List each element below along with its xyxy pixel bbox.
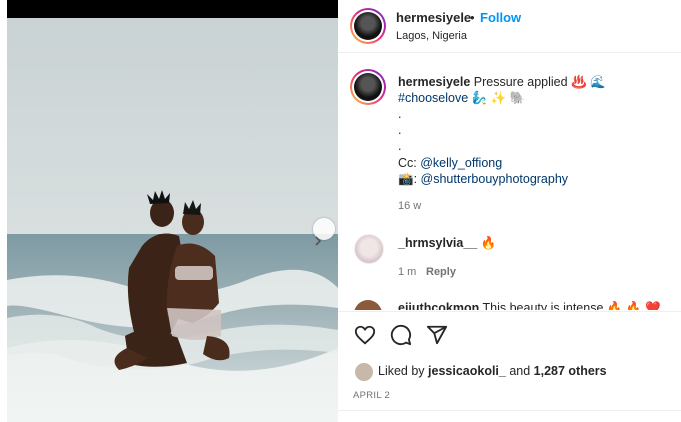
comment-avatar[interactable] bbox=[354, 234, 384, 264]
camera-icon: 📸 bbox=[398, 172, 414, 186]
caption-dot-3: . bbox=[398, 139, 402, 153]
reply-button[interactable]: Reply bbox=[426, 266, 456, 278]
partial-comment-text: This beauty is intense 🔥 🔥 ❤️ bbox=[482, 301, 661, 310]
caption-author[interactable]: hermesiyele bbox=[398, 75, 470, 89]
liker-username[interactable]: jessicaokoli_ bbox=[428, 364, 506, 378]
author-username[interactable]: hermesiyele bbox=[396, 10, 471, 25]
next-image-button[interactable] bbox=[313, 218, 335, 246]
comment-icon[interactable] bbox=[390, 324, 412, 346]
heart-icon[interactable] bbox=[354, 324, 376, 346]
comment-username[interactable]: _hrmsylvia__ bbox=[398, 236, 477, 250]
post-header: hermesiyele • Follow Lagos, Nigeria bbox=[338, 0, 681, 53]
author-avatar[interactable] bbox=[350, 8, 386, 44]
likes-middle: and bbox=[505, 364, 534, 378]
cc-mention[interactable]: @kelly_offiong bbox=[420, 156, 502, 170]
follow-button[interactable]: Follow bbox=[480, 10, 521, 25]
likes-count[interactable]: 1,287 others bbox=[534, 364, 607, 378]
likes-prefix: Liked by bbox=[378, 364, 429, 378]
caption-timestamp[interactable]: 16 w bbox=[398, 200, 421, 212]
post-date[interactable]: APRIL 2 bbox=[353, 390, 390, 401]
share-icon[interactable] bbox=[426, 324, 448, 346]
cc-label: Cc: bbox=[398, 156, 421, 170]
post-photo[interactable] bbox=[7, 0, 338, 422]
divider bbox=[338, 410, 681, 411]
location-link[interactable]: Lagos, Nigeria bbox=[396, 30, 467, 42]
liker-avatar[interactable] bbox=[354, 362, 374, 382]
comment-timestamp[interactable]: 1 m bbox=[398, 266, 416, 278]
partial-comment-row: ejiuthcokmon This beauty is intense 🔥 🔥 … bbox=[338, 296, 681, 310]
post-side-panel: hermesiyele • Follow Lagos, Nigeria herm… bbox=[338, 0, 681, 422]
partial-comment-avatar[interactable] bbox=[354, 300, 382, 310]
photographer-mention[interactable]: @shutterbouyphotography bbox=[421, 172, 569, 186]
separator-dot: • bbox=[470, 10, 475, 25]
camera-separator: : bbox=[413, 172, 421, 186]
action-bar bbox=[338, 311, 681, 360]
caption-dot-2: . bbox=[398, 123, 402, 137]
photo-top-bar bbox=[7, 0, 338, 18]
caption-author-avatar[interactable] bbox=[350, 69, 386, 105]
hashtag-line[interactable]: #chooselove 🧞‍♂️ ✨ 🐘 bbox=[398, 91, 525, 105]
comment-text: 🔥 bbox=[480, 236, 497, 250]
beach-couple-image bbox=[7, 18, 338, 422]
post-caption: hermesiyele Pressure applied ♨️ 🌊 #choos… bbox=[398, 74, 668, 187]
caption-dot-1: . bbox=[398, 107, 402, 121]
chevron-right-icon bbox=[315, 236, 322, 246]
partial-comment-username[interactable]: ejiuthcokmon bbox=[398, 301, 479, 310]
caption-text: Pressure applied ♨️ 🌊 bbox=[473, 75, 606, 89]
comment-row: _hrmsylvia__ 🔥 bbox=[398, 236, 496, 251]
